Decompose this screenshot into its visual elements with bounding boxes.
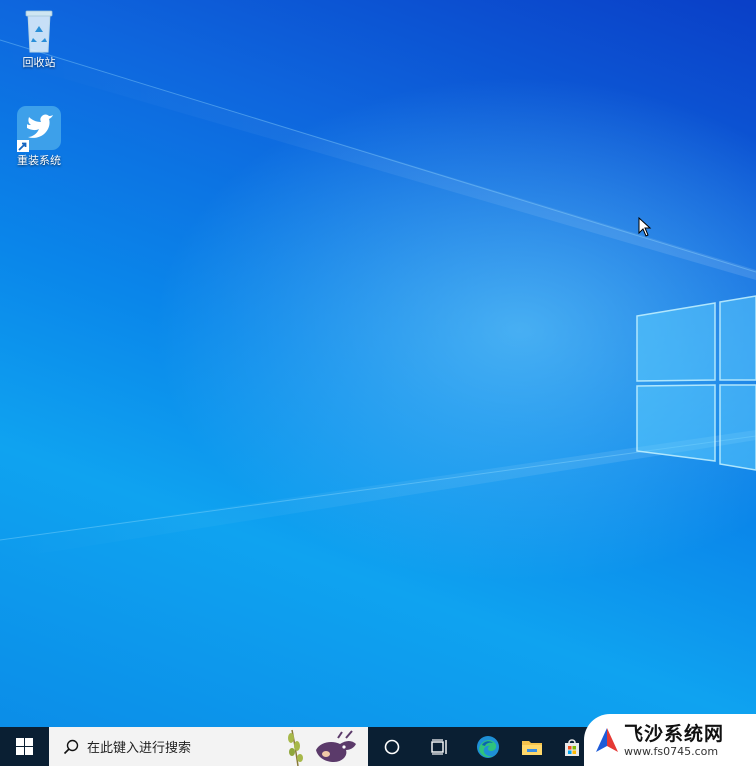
store-icon (565, 738, 579, 756)
cortana-button[interactable] (368, 727, 416, 766)
wallpaper-light-beams (0, 39, 756, 560)
site-watermark: 飞沙系统网 www.fs0745.com (584, 714, 756, 766)
windows-logo-wallpaper (636, 295, 756, 471)
desktop-icon-label: 回收站 (22, 56, 56, 69)
desktop-icon-recycle-bin[interactable]: 回收站 (7, 8, 71, 70)
start-icon (15, 738, 33, 755)
file-explorer-taskbar-button[interactable] (512, 727, 552, 766)
cortana-icon (384, 739, 400, 754)
edge-taskbar-button[interactable] (464, 727, 512, 766)
desktop-icon-label: 重装系统 (17, 154, 61, 167)
taskbar-search-box[interactable]: 在此键入进行搜索 (49, 727, 368, 766)
desktop-icon-reinstall-system[interactable]: 重装系统 (7, 106, 71, 168)
file-explorer-icon (522, 740, 542, 755)
bird-app-icon (15, 106, 63, 152)
search-highlight-illustration-icon (288, 729, 356, 766)
task-view-button[interactable] (416, 727, 464, 766)
start-button[interactable] (0, 727, 48, 766)
watermark-url: www.fs0745.com (624, 744, 719, 758)
search-placeholder: 在此键入进行搜索 (87, 741, 192, 756)
site-logo-icon (596, 728, 618, 752)
watermark-title: 飞沙系统网 (624, 722, 725, 745)
edge-icon (477, 735, 499, 758)
search-icon (63, 739, 79, 754)
recycle-bin-icon (15, 8, 63, 54)
mouse-cursor-icon (638, 216, 652, 241)
desktop: 回收站 重装系统 (0, 0, 756, 727)
task-view-icon (431, 738, 447, 755)
